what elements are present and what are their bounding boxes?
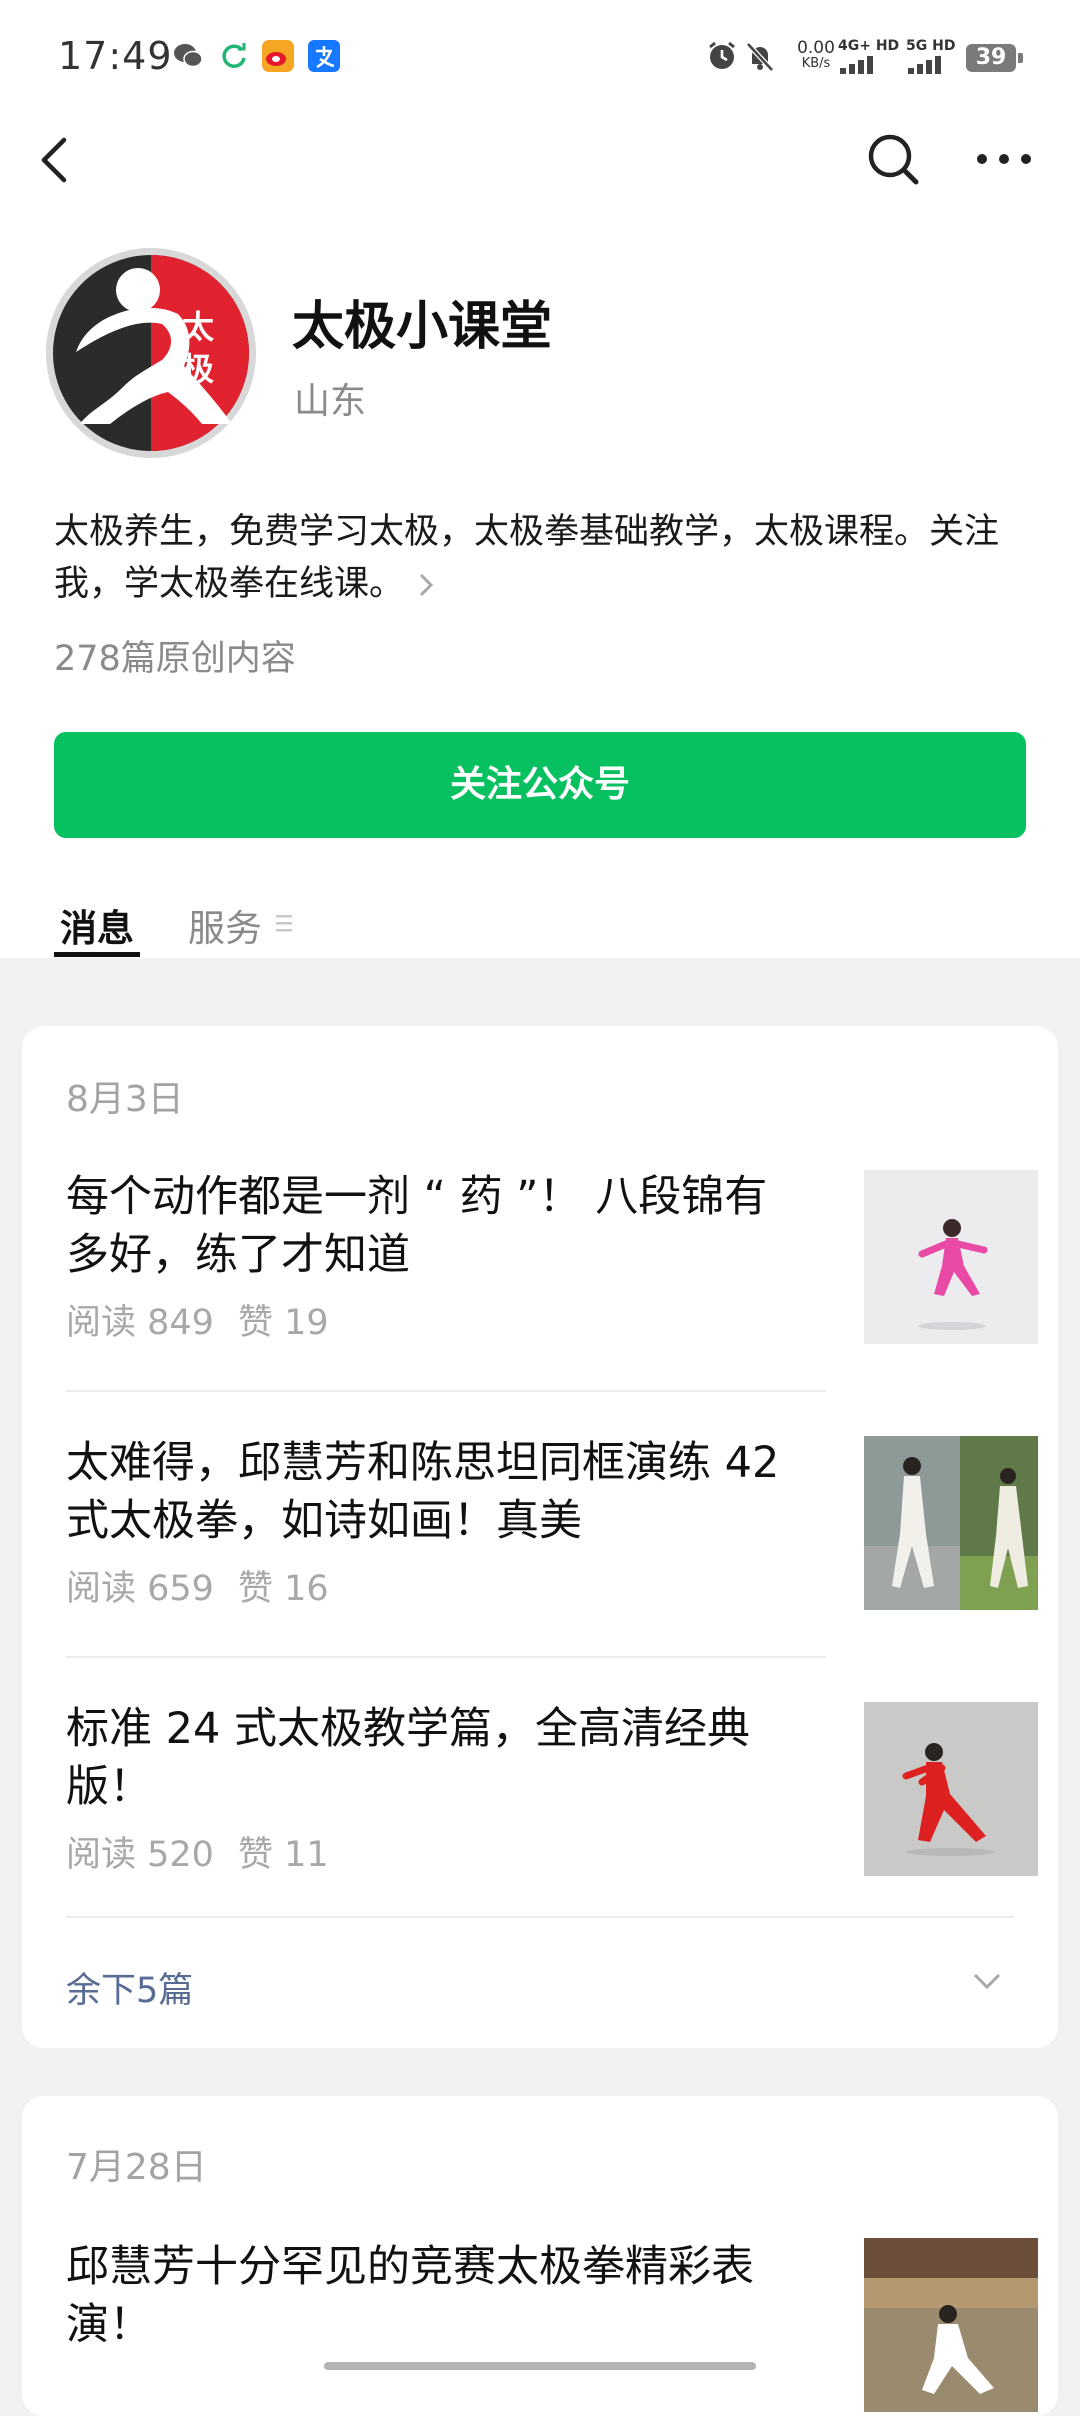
remaining-articles-link[interactable]: 余下5篇 [66,1962,193,2013]
divider [66,1916,1014,1918]
battery-indicator: 39 [966,44,1023,72]
chevron-right-icon [419,573,434,597]
divider [66,1656,826,1658]
account-bio[interactable]: 太极养生，免费学习太极，太极拳基础教学，太极课程。关注我，学太极拳在线课。 [54,506,1034,610]
taiji-logo-icon: 太 极 [46,248,256,458]
message-group-card: 8月3日 每个动作都是一剂 “ 药 ”！ 八段锦有多好，练了才知道 阅读 849… [22,1026,1058,2048]
avatar[interactable]: 太 极 [46,248,256,458]
signal-bars-icon [840,56,873,74]
follow-button[interactable]: 关注公众号 [54,732,1026,838]
refresh-icon [222,43,246,68]
search-icon[interactable] [866,132,920,186]
article-title: 标准 24 式太极教学篇，全高清经典版！ [66,1704,751,1812]
tab-services[interactable]: 服务 [188,898,262,952]
like-count: 赞 11 [237,1835,329,1875]
read-count: 阅读 520 [66,1835,214,1875]
net-speed: 0.00 KB/s [797,38,835,72]
article-title: 太难得，邱慧芳和陈思坦同框演练 42 式太极拳，如诗如画！真美 [66,1438,780,1546]
tab-messages[interactable]: 消息 [60,898,134,952]
article-stats: 阅读 849 赞 19 [66,1294,353,1345]
signal-bars-icon [908,56,941,74]
weibo-icon [262,40,294,72]
avatar-text-1: 太 [182,308,214,346]
account-name: 太极小课堂 [292,297,553,357]
account-region: 山东 [294,381,367,422]
mute-icon [746,42,774,72]
read-count: 阅读 849 [66,1303,214,1343]
article-title: 邱慧芳十分罕见的竞赛太极拳精彩表演！ [66,2242,754,2350]
menu-lines-icon [276,915,292,932]
more-icon[interactable] [976,144,1032,174]
article-item[interactable]: 太难得，邱慧芳和陈思坦同框演练 42 式太极拳，如诗如画！真美 阅读 659 赞 … [66,1434,1038,1611]
home-indicator [324,2362,756,2370]
back-icon[interactable] [30,130,80,190]
article-stats: 阅读 659 赞 16 [66,1560,353,1611]
article-title: 每个动作都是一剂 “ 药 ”！ 八段锦有多好，练了才知道 [66,1172,768,1280]
group-date: 8月3日 [66,1079,184,1120]
avatar-text-2: 极 [182,350,214,388]
article-item[interactable]: 邱慧芳十分罕见的竞赛太极拳精彩表演！ [66,2238,1038,2412]
wechat-icon [174,44,203,68]
article-thumbnail [864,2238,1038,2412]
active-tab-indicator [54,952,140,957]
signal-2: 5G HD [906,38,955,77]
divider [66,1390,826,1392]
status-time: 17:49 [58,34,173,78]
status-bar: 17:49 0.00 KB/s 4G+ HD 5G HD 39 [0,0,1080,120]
like-count: 赞 16 [237,1569,329,1609]
bio-text: 太极养生，免费学习太极，太极拳基础教学，太极课程。关注我，学太极拳在线课。 [54,512,1000,604]
original-count: 278篇原创内容 [54,639,296,679]
signal-1: 4G+ HD [838,38,899,77]
alipay-icon [308,40,340,72]
header-region: 17:49 0.00 KB/s 4G+ HD 5G HD 39 太 极 太极小课… [0,0,1080,958]
article-thumbnail [864,1436,1038,1610]
article-stats: 阅读 520 赞 11 [66,1826,353,1877]
alarm-icon [709,41,735,69]
article-item[interactable]: 每个动作都是一剂 “ 药 ”！ 八段锦有多好，练了才知道 阅读 849 赞 19 [66,1168,1038,1345]
article-item[interactable]: 标准 24 式太极教学篇，全高清经典版！ 阅读 520 赞 11 [66,1700,1038,1877]
article-thumbnail [864,1170,1038,1344]
like-count: 赞 19 [237,1303,329,1343]
group-date: 7月28日 [66,2147,207,2188]
chevron-down-icon[interactable] [972,1970,1002,1992]
article-thumbnail [864,1702,1038,1876]
read-count: 阅读 659 [66,1569,214,1609]
